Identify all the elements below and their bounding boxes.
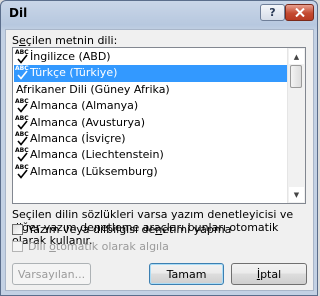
arrow-up-icon: ▲ bbox=[293, 52, 300, 61]
spellcheck-icon: ABC bbox=[15, 115, 29, 130]
close-icon bbox=[294, 8, 305, 17]
language-item-label: Almanca (Avusturya) bbox=[30, 115, 146, 129]
language-list-item[interactable]: ABC Almanca (Lüksemburg) bbox=[14, 164, 289, 180]
arrow-down-icon: ▼ bbox=[293, 190, 300, 199]
dialog-title: Dil bbox=[9, 6, 28, 20]
language-list-item[interactable]: ABC Almanca (Avusturya) bbox=[14, 115, 289, 131]
help-button[interactable]: ? bbox=[260, 4, 285, 21]
detect-language-label: Dili otomatik olarak algıla bbox=[28, 240, 169, 253]
language-list-item[interactable]: ABC Türkçe (Türkiye) bbox=[14, 65, 289, 82]
no-proofing-label: Yazım veya dilbilgisi denetimi yapma bbox=[28, 223, 232, 236]
language-list-item[interactable]: ABC İngilizce (ABD) bbox=[14, 49, 289, 65]
language-item-label: İngilizce (ABD) bbox=[30, 50, 111, 63]
cancel-button[interactable]: İptal bbox=[231, 263, 307, 285]
language-item-label: Almanca (İsviçre) bbox=[30, 131, 126, 145]
spellcheck-icon: ABC bbox=[15, 50, 29, 64]
language-item-label: Türkçe (Türkiye) bbox=[30, 66, 118, 80]
language-list-item[interactable]: ABC Almanca (Liechtenstein) bbox=[14, 147, 289, 163]
detect-language-option[interactable]: Dili otomatik olarak algıla bbox=[12, 240, 169, 253]
title-bar: Dil ? bbox=[1, 1, 317, 29]
spellcheck-icon: ABC bbox=[15, 131, 29, 146]
ok-button[interactable]: Tamam bbox=[149, 263, 224, 285]
dialog-body: Seçilen metnin dili: ABC İngilizce (ABD) A… bbox=[5, 29, 314, 291]
language-list-item[interactable]: ABC Almanca (Almanya) bbox=[14, 98, 289, 114]
language-item-label: Almanca (Almanya) bbox=[30, 99, 139, 113]
language-item-label: Almanca (Liechtenstein) bbox=[30, 148, 164, 162]
spellcheck-icon: ABC bbox=[15, 66, 29, 81]
detect-language-checkbox[interactable] bbox=[12, 241, 23, 252]
language-list-item[interactable]: ABC Almanca (İsviçre) bbox=[14, 131, 289, 147]
spellcheck-icon: ABC bbox=[15, 164, 29, 179]
language-item-label: Afrikaner Dili (Güney Afrika) bbox=[16, 82, 170, 96]
spellcheck-icon: ABC bbox=[15, 99, 29, 113]
no-proofing-checkbox[interactable] bbox=[12, 224, 23, 235]
language-list-item[interactable]: Afrikaner Dili (Güney Afrika) bbox=[14, 82, 289, 98]
language-list: ABC İngilizce (ABD) ABC Türkçe (Türkiye) Afr… bbox=[14, 49, 289, 180]
scroll-thumb[interactable] bbox=[290, 65, 302, 88]
language-dialog: Dil ? Seçilen metnin dili: ABC İngilizce … bbox=[0, 0, 318, 296]
set-default-button[interactable]: Varsayılan... bbox=[12, 263, 91, 285]
spellcheck-icon: ABC bbox=[15, 148, 29, 163]
language-listbox[interactable]: ABC İngilizce (ABD) ABC Türkçe (Türkiye) Afr… bbox=[12, 47, 306, 204]
scroll-down-button[interactable]: ▼ bbox=[289, 187, 304, 202]
vertical-scrollbar[interactable]: ▲ ▼ bbox=[287, 48, 305, 203]
language-list-label: Seçilen metnin dili: bbox=[12, 34, 118, 47]
scroll-up-button[interactable]: ▲ bbox=[289, 49, 304, 64]
close-button[interactable] bbox=[285, 4, 314, 21]
language-item-label: Almanca (Lüksemburg) bbox=[30, 164, 158, 178]
no-proofing-option[interactable]: Yazım veya dilbilgisi denetimi yapma bbox=[12, 223, 231, 236]
